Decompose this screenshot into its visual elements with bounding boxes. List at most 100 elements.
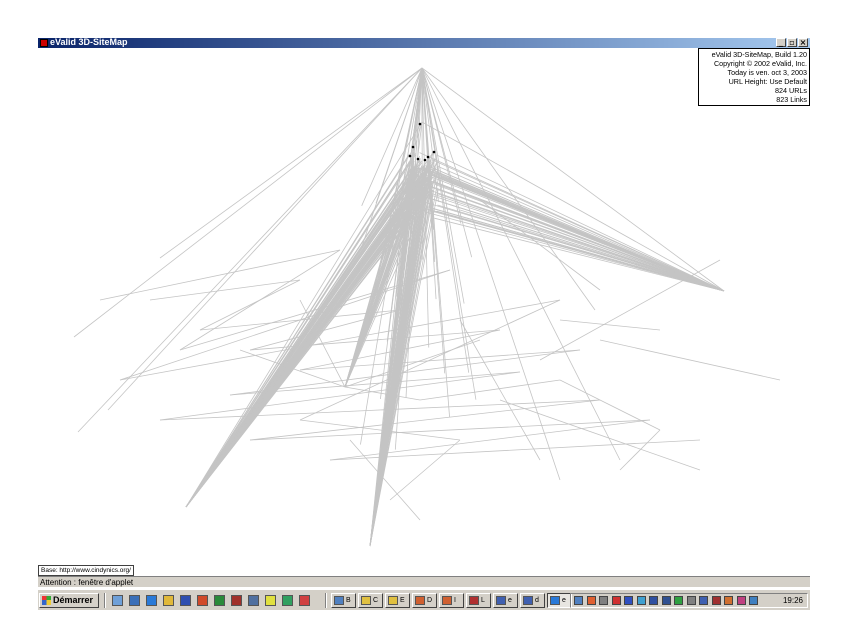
task-label: E	[400, 597, 405, 604]
graph-link	[299, 419, 461, 441]
graph-link	[422, 167, 725, 292]
graph-link	[329, 419, 651, 461]
minimize-button[interactable]: _	[776, 38, 786, 47]
tray-icon-1[interactable]	[574, 596, 583, 605]
taskbar-separator	[325, 593, 327, 608]
graph-link	[389, 439, 461, 501]
task-icon	[550, 596, 560, 605]
task-icon	[415, 596, 425, 605]
task-label: L	[481, 597, 485, 604]
task-label: I	[454, 597, 456, 604]
task-label: e	[508, 597, 512, 604]
info-url-count: 824 URLs	[775, 86, 807, 95]
tray-icon-13[interactable]	[724, 596, 733, 605]
media-icon[interactable]	[299, 595, 310, 606]
url-node[interactable]	[418, 122, 422, 126]
graph-link	[239, 349, 346, 388]
task-icon	[334, 596, 344, 605]
powerpoint-icon[interactable]	[197, 595, 208, 606]
task-button-6[interactable]: L	[466, 593, 491, 608]
start-button[interactable]: Démarrer	[39, 593, 99, 608]
task-icon	[361, 596, 371, 605]
close-button[interactable]: ×	[798, 38, 808, 47]
task-label: d	[535, 597, 539, 604]
tray-icon-12[interactable]	[711, 596, 721, 605]
outlook-icon[interactable]	[163, 595, 174, 606]
task-button-1[interactable]: B	[331, 593, 356, 608]
graph-link	[159, 371, 521, 421]
info-date: Today is ven. oct 3, 2003	[727, 68, 807, 77]
task-button-2[interactable]: C	[358, 593, 383, 608]
desktop-icon[interactable]	[112, 595, 123, 606]
graph-link	[119, 299, 561, 381]
task-icon	[388, 596, 398, 605]
ie-icon[interactable]	[146, 595, 157, 606]
info-url-height: URL Height: Use Default	[728, 77, 807, 86]
graph-link	[459, 209, 721, 291]
mail-icon[interactable]	[129, 595, 140, 606]
url-node[interactable]	[408, 154, 412, 158]
globe-icon[interactable]	[282, 595, 293, 606]
maximize-button[interactable]: ▫	[787, 38, 797, 47]
task-icon	[469, 596, 479, 605]
tray-icon-2[interactable]	[586, 596, 596, 605]
tray-icon-5[interactable]	[624, 596, 633, 605]
tray-icon-14[interactable]	[736, 596, 746, 605]
sitemap-canvas[interactable]: eValid 3D-SiteMap, Build 1.20 Copyright …	[38, 48, 810, 561]
window-title-bar[interactable]: eValid 3D-SiteMap _ ▫ ×	[38, 37, 810, 48]
task-button-8[interactable]: d	[520, 593, 545, 608]
graph-link	[249, 419, 651, 441]
url-node[interactable]	[423, 158, 427, 162]
excel-icon[interactable]	[214, 595, 225, 606]
word-icon[interactable]	[180, 595, 191, 606]
graph-link	[435, 176, 725, 292]
task-button-3[interactable]: E	[385, 593, 410, 608]
graph-links	[73, 67, 781, 547]
graph-link	[159, 399, 601, 421]
tray-icon-6[interactable]	[636, 596, 646, 605]
graph-link	[415, 193, 725, 292]
start-label: Démarrer	[53, 595, 94, 605]
graph-link	[159, 67, 423, 259]
graph-link	[421, 121, 725, 292]
task-button-9[interactable]: e	[547, 593, 572, 608]
graph-link	[619, 429, 661, 471]
task-label: D	[427, 597, 433, 604]
tray-icon-11[interactable]	[699, 596, 708, 605]
task-icon	[496, 596, 506, 605]
task-icon	[442, 596, 452, 605]
app-icon	[40, 39, 48, 47]
graph-link	[299, 349, 581, 371]
graph-link	[99, 249, 341, 301]
access-icon[interactable]	[231, 595, 242, 606]
paint-icon[interactable]	[265, 595, 276, 606]
url-node[interactable]	[416, 157, 420, 161]
base-url-label: Base: http://www.cindynics.org/	[38, 565, 134, 576]
tray-icon-9[interactable]	[674, 596, 683, 605]
tray-icon-10[interactable]	[686, 596, 696, 605]
clock[interactable]: 19:26	[783, 594, 803, 607]
taskbar: Démarrer B C E D I Le d e 19:26	[38, 589, 810, 610]
graph-link	[429, 209, 725, 292]
tray-icon-15[interactable]	[749, 596, 758, 605]
task-button-4[interactable]: D	[412, 593, 437, 608]
task-button-5[interactable]: I	[439, 593, 464, 608]
graph-link	[559, 379, 661, 431]
task-button-7[interactable]: e	[493, 593, 518, 608]
tray-icon-8[interactable]	[661, 596, 671, 605]
sitemap-graph[interactable]	[38, 48, 810, 561]
url-node[interactable]	[426, 155, 430, 159]
info-build: eValid 3D-SiteMap, Build 1.20	[711, 50, 807, 59]
info-panel: eValid 3D-SiteMap, Build 1.20 Copyright …	[698, 48, 810, 106]
graph-link	[434, 217, 725, 292]
url-node[interactable]	[411, 145, 415, 149]
graph-link	[419, 379, 561, 401]
system-tray: 19:26	[570, 593, 808, 608]
url-node[interactable]	[432, 150, 436, 154]
taskbar-separator	[104, 593, 106, 608]
tray-icon-7[interactable]	[649, 596, 658, 605]
info-copyright: Copyright © 2002 eValid, Inc.	[713, 59, 807, 68]
app-icon[interactable]	[248, 595, 259, 606]
tray-icon-3[interactable]	[599, 596, 608, 605]
tray-icon-4[interactable]	[611, 596, 621, 605]
